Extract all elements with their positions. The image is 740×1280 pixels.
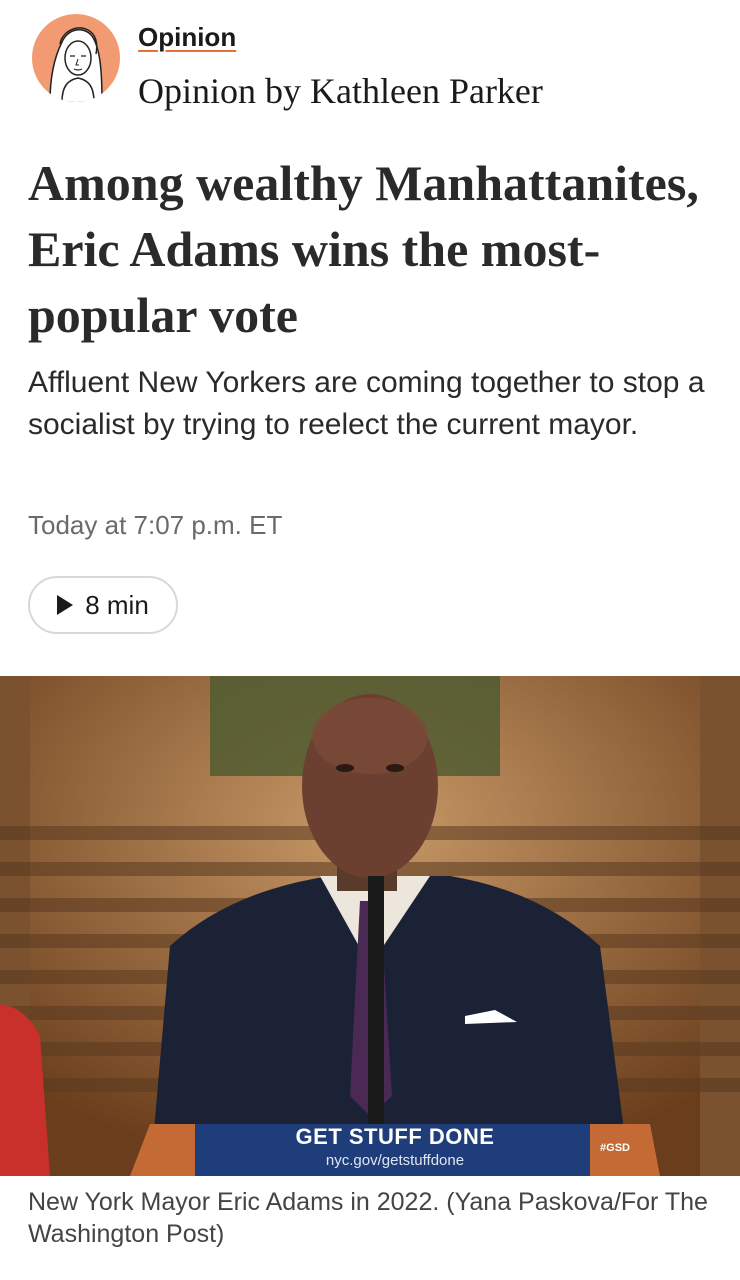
section-label[interactable]: Opinion [138, 22, 236, 53]
listen-button[interactable]: 8 min [28, 576, 178, 634]
article-deck: Affluent New Yorkers are coming together… [28, 366, 705, 441]
author-avatar[interactable] [32, 14, 120, 102]
listen-duration: 8 min [85, 589, 149, 620]
podium-hashtag: #GSD [600, 1142, 630, 1154]
lead-photo[interactable]: GET STUFF DONE nyc.gov/getstuffdone #GSD [0, 676, 740, 1176]
podium-url: nyc.gov/getstuffdone [325, 1152, 465, 1169]
author-byline[interactable]: Opinion by Kathleen Parker [138, 70, 543, 112]
photo-illustration [0, 676, 740, 1176]
podium-slogan: GET STUFF DONE [295, 1124, 495, 1149]
publish-timestamp: Today at 7:07 p.m. ET [28, 510, 283, 540]
play-icon [57, 595, 74, 615]
byline: Opinion Opinion by Kathleen Parker [32, 14, 712, 114]
article-headline: Among wealthy Manhattanites, Eric Adams … [28, 155, 699, 343]
author-portrait-illustration [49, 27, 103, 102]
photo-caption: New York Mayor Eric Adams in 2022. (Yana… [28, 1188, 708, 1248]
